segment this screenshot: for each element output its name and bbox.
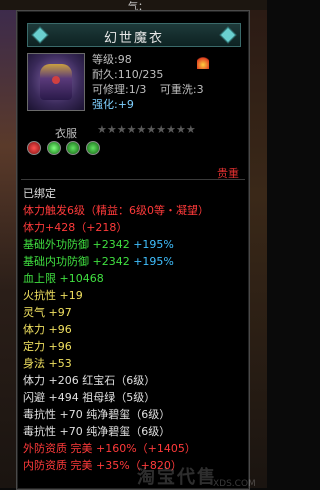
level-stat: 等级:98 <box>92 53 132 66</box>
attribute-line: 火抗性 +19 <box>23 289 83 302</box>
attribute-line: 定力 +96 <box>23 340 72 353</box>
divider <box>21 179 245 180</box>
star-icon: ★ <box>106 123 117 136</box>
item-icon <box>27 53 85 111</box>
star-rating: ★★★★★★★★★★ <box>97 123 196 136</box>
star-icon: ★ <box>136 123 147 136</box>
top-bar: 气： <box>0 0 267 13</box>
star-icon: ★ <box>116 123 127 136</box>
durability-stat: 耐久:110/235 <box>92 68 164 81</box>
attribute-line: 基础外功防御 +2342 +195% <box>23 238 174 251</box>
gem-sockets <box>27 141 102 158</box>
flame-icon <box>197 55 209 69</box>
star-icon: ★ <box>176 123 186 136</box>
star-icon: ★ <box>185 123 196 136</box>
item-name-header: 幻世魔衣 <box>27 23 241 47</box>
enhance-stat: 强化:+9 <box>92 98 134 111</box>
item-name: 幻世魔衣 <box>103 31 164 46</box>
attribute-line: 外防资质 完美 +160%（+1405） <box>23 442 196 455</box>
attribute-line: 毒抗性 +70 纯净碧玺（6级） <box>23 408 171 421</box>
green-gem-icon <box>46 141 61 155</box>
attribute-line: 体力 +206 红宝石（6级） <box>23 374 156 387</box>
attribute-line: 闪避 +494 祖母绿（5级） <box>23 391 156 404</box>
repairable-stat: 可修理:1/3 可重洗:3 <box>92 83 204 96</box>
attribute-line: 灵气 +97 <box>23 306 72 319</box>
gem-icon <box>52 76 60 84</box>
attribute-line: 已绑定 <box>23 187 56 200</box>
attribute-line: 毒抗性 +70 纯净碧玺（6级） <box>23 425 171 438</box>
attribute-line: 血上限 +10468 <box>23 272 104 285</box>
star-icon: ★ <box>126 123 137 136</box>
star-icon: ★ <box>97 123 107 136</box>
star-icon: ★ <box>156 123 167 136</box>
green-gem-icon <box>66 141 80 155</box>
attribute-line: 基础内功防御 +2342 +195% <box>23 255 174 268</box>
item-tooltip: 幻世魔衣 等级:98 耐久:110/235 可修理:1/3 可重洗:3 强化:+… <box>16 10 256 490</box>
attribute-line: 身法 +53 <box>23 357 72 370</box>
red-gem-icon <box>27 141 41 155</box>
item-type: 衣服 <box>55 127 77 140</box>
attribute-line: 体力触发6级（精益：6级0等・凝望） <box>23 204 209 217</box>
watermark: 淘宝代售 <box>137 467 217 488</box>
green-gem-icon <box>85 141 100 155</box>
attribute-line: 体力+428（+218） <box>23 221 128 234</box>
background-right-art <box>249 0 267 488</box>
star-icon: ★ <box>146 123 157 136</box>
attribute-line: 体力 +96 <box>23 323 72 336</box>
star-icon: ★ <box>166 123 176 136</box>
